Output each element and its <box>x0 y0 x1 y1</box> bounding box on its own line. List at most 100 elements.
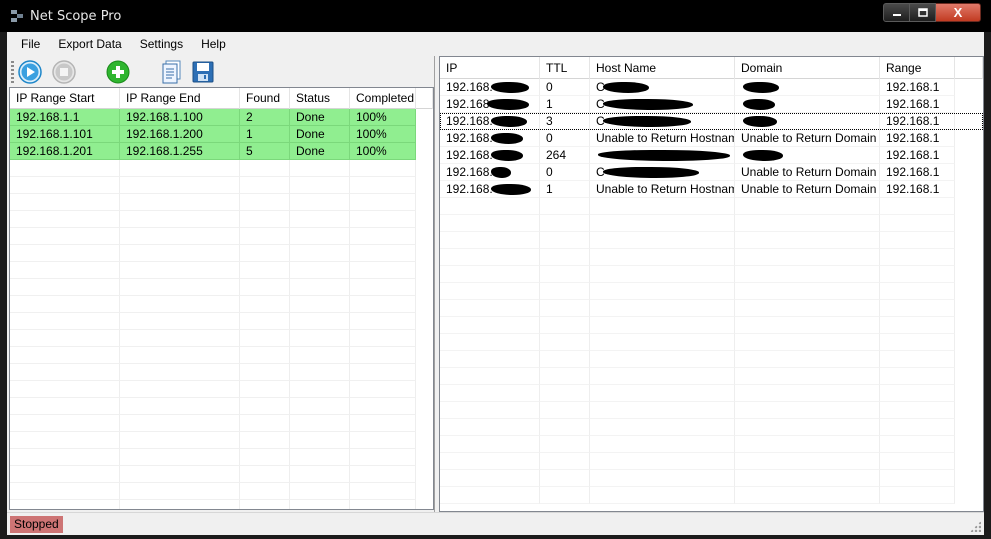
column-header-found[interactable]: Found <box>240 88 290 109</box>
empty-cell <box>880 300 955 317</box>
empty-cell <box>880 419 955 436</box>
title-bar[interactable]: Net Scope Pro X <box>0 0 991 32</box>
table-cell <box>735 113 880 130</box>
empty-cell <box>350 177 416 194</box>
column-header-ttl[interactable]: TTL <box>540 57 590 79</box>
table-row-selected[interactable]: 192.168. 3 C 192.168.1 <box>440 113 983 130</box>
empty-cell <box>880 283 955 300</box>
save-button[interactable] <box>191 60 215 84</box>
empty-cell <box>440 249 540 266</box>
empty-cell <box>540 198 590 215</box>
close-icon: X <box>953 5 963 20</box>
menu-bar: File Export Data Settings Help <box>7 32 984 56</box>
empty-cell <box>10 279 120 296</box>
table-row[interactable]: 192.168. 0 C Unable to Return Domain 192… <box>440 164 983 181</box>
add-range-button[interactable] <box>106 60 130 84</box>
empty-cell <box>440 436 540 453</box>
empty-cell <box>10 330 120 347</box>
empty-cell <box>290 211 350 228</box>
resize-grip[interactable] <box>970 521 981 532</box>
empty-cell <box>120 432 240 449</box>
column-header-domain[interactable]: Domain <box>735 57 880 79</box>
empty-row <box>10 483 433 500</box>
empty-cell <box>350 296 416 313</box>
save-icon <box>192 61 214 83</box>
status-label: Stopped <box>10 516 63 533</box>
ranges-table[interactable]: IP Range Start IP Range End Found Status… <box>9 87 434 510</box>
empty-row <box>10 194 433 211</box>
redaction-mark <box>598 150 730 162</box>
results-table[interactable]: IP TTL Host Name Domain Range 192.168. 0… <box>439 56 984 512</box>
table-row[interactable]: 192.168.1.201 192.168.1.255 5 Done 100% <box>10 143 433 160</box>
menu-settings[interactable]: Settings <box>131 34 192 54</box>
maximize-button[interactable] <box>910 3 936 22</box>
empty-cell <box>240 381 290 398</box>
table-row[interactable]: 192.168. 264 192.168.1 <box>440 147 983 164</box>
empty-cell <box>440 368 540 385</box>
empty-cell <box>290 449 350 466</box>
stop-scan-button[interactable] <box>52 60 76 84</box>
table-cell: C <box>590 113 735 130</box>
empty-cell <box>290 245 350 262</box>
empty-cell <box>10 449 120 466</box>
table-row[interactable]: 192.168.1.1 192.168.1.100 2 Done 100% <box>10 109 433 126</box>
empty-cell <box>350 228 416 245</box>
close-button[interactable]: X <box>936 3 981 22</box>
column-header-status[interactable]: Status <box>290 88 350 109</box>
column-header-range[interactable]: Range <box>880 57 955 79</box>
empty-cell <box>240 211 290 228</box>
empty-row <box>440 470 983 487</box>
empty-cell <box>120 398 240 415</box>
table-cell: Unable to Return Domain <box>735 181 880 198</box>
table-row[interactable]: 192.168. 0 Unable to Return Hostname Una… <box>440 130 983 147</box>
empty-cell <box>350 279 416 296</box>
empty-cell <box>735 283 880 300</box>
column-header-completed[interactable]: Completed <box>350 88 416 109</box>
table-row[interactable]: 192.168. 0 C 192.168.1 <box>440 79 983 96</box>
empty-cell <box>590 317 735 334</box>
menu-export-data[interactable]: Export Data <box>49 34 130 54</box>
table-cell: 192.168. <box>440 181 540 198</box>
empty-cell <box>350 381 416 398</box>
empty-cell <box>540 453 590 470</box>
table-cell: Done <box>290 143 350 160</box>
empty-cell <box>240 313 290 330</box>
empty-cell <box>350 449 416 466</box>
empty-row <box>10 381 433 398</box>
empty-cell <box>120 466 240 483</box>
table-row[interactable]: 192.168.1.101 192.168.1.200 1 Done 100% <box>10 126 433 143</box>
minimize-button[interactable] <box>883 3 910 22</box>
column-header-host-name[interactable]: Host Name <box>590 57 735 79</box>
column-header-ip[interactable]: IP <box>440 57 540 79</box>
ranges-table-header: IP Range Start IP Range End Found Status… <box>10 88 433 109</box>
empty-cell <box>440 232 540 249</box>
empty-cell <box>240 194 290 211</box>
empty-cell <box>10 364 120 381</box>
empty-cell <box>590 385 735 402</box>
table-row[interactable]: 192.168. 1 Unable to Return Hostname Una… <box>440 181 983 198</box>
table-cell: 192.168.1.255 <box>120 143 240 160</box>
empty-cell <box>240 415 290 432</box>
stop-icon <box>52 60 76 84</box>
empty-cell <box>735 368 880 385</box>
table-cell: 100% <box>350 109 416 126</box>
redaction-mark <box>490 116 527 128</box>
menu-help[interactable]: Help <box>192 34 235 54</box>
toolbar-grip[interactable] <box>11 61 14 83</box>
report-button[interactable] <box>160 60 184 84</box>
empty-cell <box>440 402 540 419</box>
empty-cell <box>240 228 290 245</box>
empty-cell <box>10 347 120 364</box>
empty-row <box>10 296 433 313</box>
empty-row <box>10 211 433 228</box>
menu-file[interactable]: File <box>12 34 49 54</box>
empty-cell <box>440 300 540 317</box>
table-row[interactable]: 192.168 1 C 192.168.1 <box>440 96 983 113</box>
empty-cell <box>290 500 350 509</box>
empty-row <box>10 432 433 449</box>
start-scan-button[interactable] <box>18 60 42 84</box>
column-header-ip-range-start[interactable]: IP Range Start <box>10 88 120 109</box>
empty-cell <box>880 470 955 487</box>
table-cell: Unable to Return Domain <box>735 164 880 181</box>
column-header-ip-range-end[interactable]: IP Range End <box>120 88 240 109</box>
